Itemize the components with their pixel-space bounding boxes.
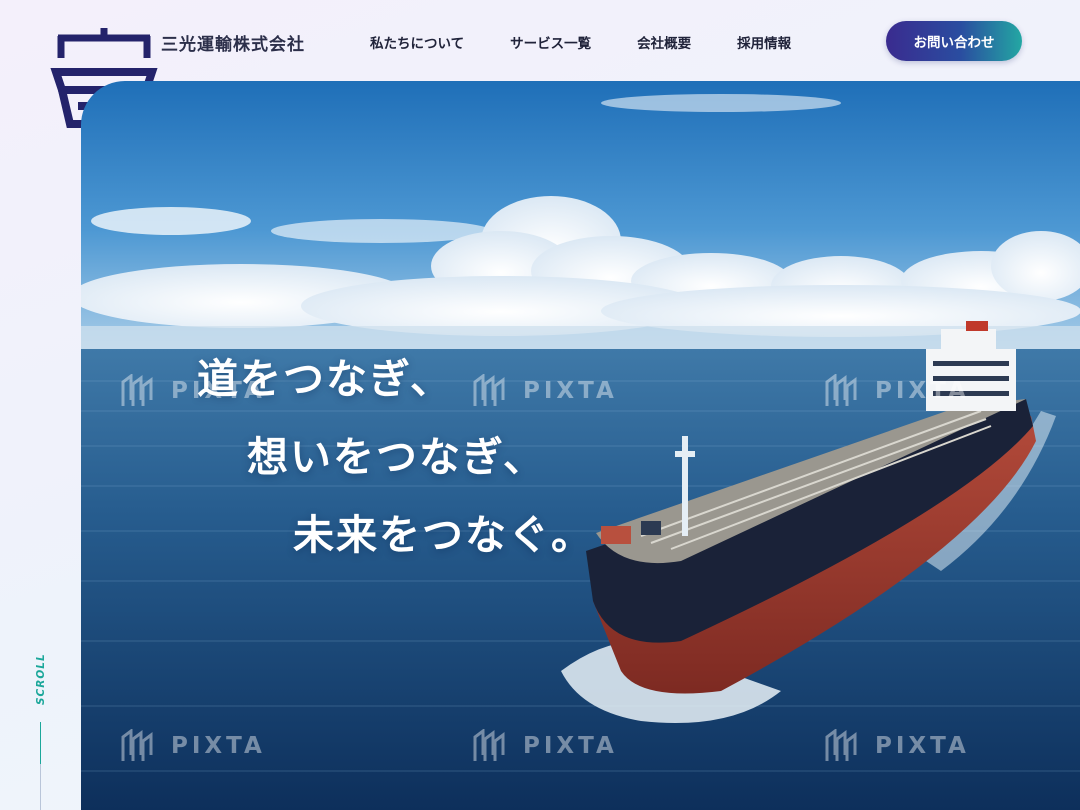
watermark-text: PIXTA [875, 733, 970, 759]
nav-item-about[interactable]: 私たちについて [370, 32, 464, 52]
pixta-logo-icon [473, 729, 505, 761]
nav-item-company[interactable]: 会社概要 [637, 32, 691, 52]
hero-section: 道をつなぎ、 想いをつなぎ、 未来をつなぐ。 PIXTA PIXTA PIXTA… [81, 81, 1080, 810]
watermark-text: PIXTA [523, 733, 618, 759]
watermark-text: PIXTA [523, 378, 618, 404]
scroll-label[interactable]: SCROLL [35, 653, 47, 705]
watermark: PIXTA [473, 729, 618, 763]
watermark: PIXTA [825, 374, 970, 408]
watermark-text: PIXTA [875, 378, 970, 404]
company-name[interactable]: 三光運輸株式会社 [161, 30, 305, 55]
nav-item-recruit[interactable]: 採用情報 [737, 32, 791, 52]
watermark: PIXTA [825, 729, 970, 763]
pixta-logo-icon [121, 729, 153, 761]
contact-button[interactable]: お問い合わせ [886, 21, 1022, 61]
pixta-logo-icon [825, 729, 857, 761]
scroll-progress-line [40, 722, 41, 764]
pixta-logo-icon [473, 374, 505, 406]
nav-item-services[interactable]: サービス一覧 [510, 32, 591, 52]
hero-image [81, 81, 1080, 810]
hero-headline-line-3: 未来をつなぐ。 [293, 511, 594, 559]
hero-headline-line-2: 想いをつなぎ、 [247, 433, 546, 481]
pixta-logo-icon [121, 374, 153, 406]
watermark-text: PIXTA [171, 378, 266, 404]
watermark: PIXTA [121, 729, 266, 763]
pixta-logo-icon [825, 374, 857, 406]
watermark: PIXTA [473, 374, 618, 408]
watermark: PIXTA [121, 374, 266, 408]
main-nav: 私たちについて サービス一覧 会社概要 採用情報 [370, 32, 791, 52]
watermark-text: PIXTA [171, 733, 266, 759]
